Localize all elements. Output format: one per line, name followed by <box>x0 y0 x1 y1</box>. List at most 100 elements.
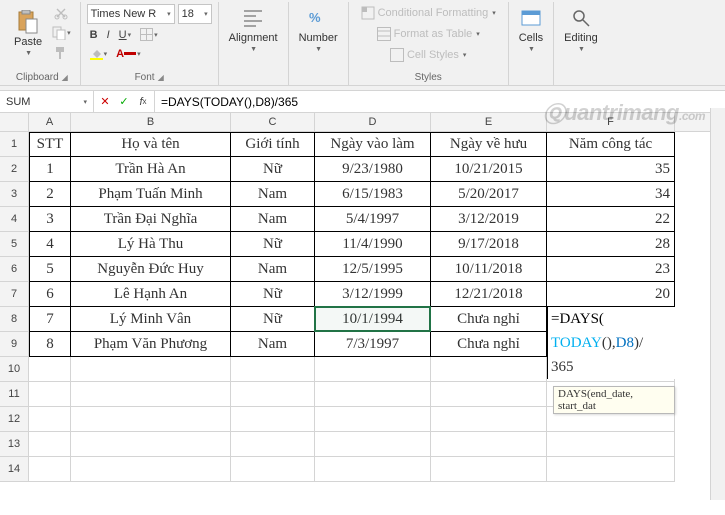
row-header-8[interactable]: 8 <box>0 307 29 332</box>
cell[interactable]: 35 <box>547 157 675 182</box>
column-header-E[interactable]: E <box>431 113 547 131</box>
fill-color-button[interactable]: ▾ <box>87 45 111 62</box>
cell[interactable]: 6 <box>29 282 71 307</box>
cell[interactable] <box>71 457 231 482</box>
cell[interactable]: 3/12/1999 <box>315 282 431 307</box>
cell[interactable]: Lý Hà Thu <box>71 232 231 257</box>
enter-formula-button[interactable]: ✓ <box>116 94 132 110</box>
cell[interactable]: Nữ <box>231 307 315 332</box>
cell[interactable]: STT <box>29 132 71 157</box>
cell[interactable]: Nữ <box>231 282 315 307</box>
conditional-formatting-button[interactable]: Conditional Formatting▾ <box>355 4 502 22</box>
cell[interactable]: 3 <box>29 207 71 232</box>
cell[interactable] <box>431 432 547 457</box>
cell[interactable]: Nữ <box>231 232 315 257</box>
cell[interactable]: 10/21/2015 <box>431 157 547 182</box>
formula-edit-overlay[interactable]: =DAYS(TODAY(),D8)/365 <box>547 307 675 379</box>
cell-styles-button[interactable]: Cell Styles▾ <box>355 46 502 64</box>
cell[interactable] <box>315 407 431 432</box>
row-header-9[interactable]: 9 <box>0 332 29 357</box>
cell[interactable]: 23 <box>547 257 675 282</box>
cell[interactable]: 9/17/2018 <box>431 232 547 257</box>
row-header-10[interactable]: 10 <box>0 357 29 382</box>
cell[interactable]: Phạm Tuấn Minh <box>71 182 231 207</box>
cell[interactable]: 2 <box>29 182 71 207</box>
cell[interactable]: Nam <box>231 332 315 357</box>
cell[interactable] <box>231 407 315 432</box>
cell[interactable]: 20 <box>547 282 675 307</box>
cell[interactable] <box>315 432 431 457</box>
bold-button[interactable]: B <box>87 27 101 43</box>
editing-button[interactable]: Editing ▼ <box>560 4 602 55</box>
cell[interactable] <box>431 382 547 407</box>
cell[interactable]: 11/4/1990 <box>315 232 431 257</box>
formula-input[interactable]: =DAYS(TODAY(),D8)/365 <box>155 91 725 112</box>
cell[interactable] <box>29 457 71 482</box>
cell[interactable]: Nam <box>231 257 315 282</box>
cell[interactable] <box>231 357 315 382</box>
select-all-corner[interactable] <box>0 113 29 131</box>
name-box[interactable]: SUM▾ <box>0 91 94 112</box>
font-name-combo[interactable]: Times New R▾ <box>87 4 175 24</box>
cell-grid[interactable]: STTHọ và tênGiới tínhNgày vào làmNgày về… <box>29 132 675 482</box>
format-painter-button[interactable] <box>49 44 74 62</box>
row-header-6[interactable]: 6 <box>0 257 29 282</box>
row-header-13[interactable]: 13 <box>0 432 29 457</box>
cell[interactable]: 34 <box>547 182 675 207</box>
cell[interactable]: Lê Hạnh An <box>71 282 231 307</box>
cell[interactable] <box>231 382 315 407</box>
cell[interactable]: 5 <box>29 257 71 282</box>
row-header-7[interactable]: 7 <box>0 282 29 307</box>
row-header-5[interactable]: 5 <box>0 232 29 257</box>
cell[interactable]: Ngày vào làm <box>315 132 431 157</box>
cell[interactable] <box>71 432 231 457</box>
cell[interactable]: 5/20/2017 <box>431 182 547 207</box>
cell[interactable]: Nguyễn Đức Huy <box>71 257 231 282</box>
paste-button[interactable]: Paste ▼ <box>10 8 46 59</box>
cell[interactable]: 8 <box>29 332 71 357</box>
font-color-button[interactable]: A▾ <box>113 46 143 62</box>
cell[interactable] <box>547 432 675 457</box>
cell[interactable] <box>231 432 315 457</box>
cell[interactable]: Trần Đại Nghĩa <box>71 207 231 232</box>
cell[interactable] <box>315 382 431 407</box>
cell[interactable]: Phạm Văn Phương <box>71 332 231 357</box>
cell[interactable] <box>231 457 315 482</box>
cell[interactable]: 7/3/1997 <box>315 332 431 357</box>
cell[interactable] <box>315 457 431 482</box>
cell[interactable]: 1 <box>29 157 71 182</box>
cell[interactable]: 22 <box>547 207 675 232</box>
cell[interactable]: 12/5/1995 <box>315 257 431 282</box>
row-header-4[interactable]: 4 <box>0 207 29 232</box>
cell[interactable] <box>71 357 231 382</box>
cell[interactable] <box>431 357 547 382</box>
cell[interactable]: 3/12/2019 <box>431 207 547 232</box>
column-header-D[interactable]: D <box>315 113 431 131</box>
cell[interactable] <box>71 382 231 407</box>
cell[interactable]: Nữ <box>231 157 315 182</box>
cell[interactable]: Chưa nghỉ <box>431 332 547 357</box>
cell[interactable]: 4 <box>29 232 71 257</box>
cell[interactable]: Nam <box>231 207 315 232</box>
cell[interactable]: Giới tính <box>231 132 315 157</box>
cell[interactable] <box>29 407 71 432</box>
column-header-F[interactable]: F <box>547 113 675 131</box>
cell[interactable]: 10/11/2018 <box>431 257 547 282</box>
cell[interactable]: 28 <box>547 232 675 257</box>
cell[interactable] <box>315 357 431 382</box>
alignment-button[interactable]: Alignment ▼ <box>225 4 282 55</box>
vertical-scrollbar[interactable] <box>710 108 725 500</box>
cell[interactable] <box>431 457 547 482</box>
underline-button[interactable]: U▾ <box>116 27 134 43</box>
cell[interactable]: 9/23/1980 <box>315 157 431 182</box>
cell[interactable]: Năm công tác <box>547 132 675 157</box>
row-header-2[interactable]: 2 <box>0 157 29 182</box>
cell[interactable]: 5/4/1997 <box>315 207 431 232</box>
cell[interactable] <box>71 407 231 432</box>
number-button[interactable]: % Number ▼ <box>295 4 342 55</box>
row-header-12[interactable]: 12 <box>0 407 29 432</box>
row-header-14[interactable]: 14 <box>0 457 29 482</box>
font-size-combo[interactable]: 18▾ <box>178 4 212 24</box>
italic-button[interactable]: I <box>104 27 113 43</box>
column-header-B[interactable]: B <box>71 113 231 131</box>
